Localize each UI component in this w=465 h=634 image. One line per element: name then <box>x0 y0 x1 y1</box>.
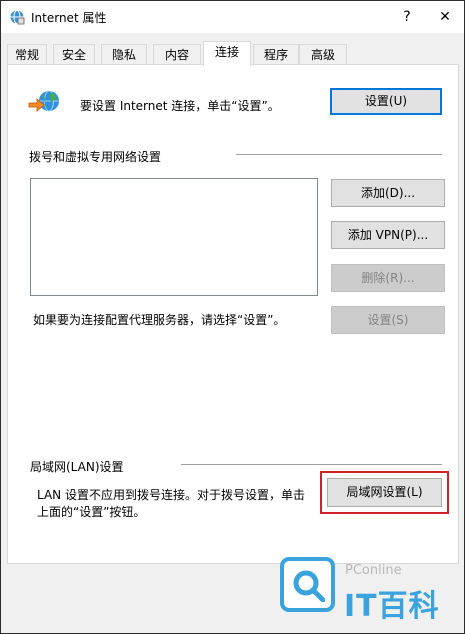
tab-programs[interactable]: 程序 <box>253 44 299 64</box>
close-button[interactable]: ✕ <box>433 5 457 29</box>
tab-privacy[interactable]: 隐私 <box>101 44 147 64</box>
tab-connections[interactable]: 连接 <box>203 41 251 66</box>
add-vpn-button[interactable]: 添加 VPN(P)... <box>331 221 445 249</box>
tab-strip: 常规 安全 隐私 内容 连接 程序 高级 <box>7 41 459 66</box>
watermark-text: IT百科 <box>344 589 440 624</box>
watermark-logo <box>280 557 335 612</box>
magnifier-icon <box>293 570 325 602</box>
lan-section-label: 局域网(LAN)设置 <box>30 460 124 474</box>
lan-description-line2: 上面的“设置”按钮。 <box>37 505 146 519</box>
internet-properties-window: Internet 属性 ? ✕ 常规 安全 隐私 内容 连接 程序 高级 要设置… <box>0 0 465 634</box>
internet-options-icon <box>10 10 25 25</box>
tab-content[interactable]: 内容 <box>153 44 201 64</box>
setup-instruction-text: 要设置 Internet 连接，单击“设置”。 <box>80 99 280 113</box>
delete-connection-button[interactable]: 删除(R)... <box>331 264 445 292</box>
window-title: Internet 属性 <box>31 11 107 25</box>
setup-button[interactable]: 设置(U) <box>330 88 442 115</box>
dialup-vpn-section-label: 拨号和虚拟专用网络设置 <box>29 150 162 164</box>
help-button[interactable]: ? <box>395 5 419 29</box>
dialup-settings-button[interactable]: 设置(S) <box>331 306 445 334</box>
globe-network-icon <box>28 90 59 112</box>
lan-section-divider <box>181 464 442 465</box>
proxy-instruction-text: 如果要为连接配置代理服务器，请选择“设置”。 <box>33 313 286 327</box>
add-connection-button[interactable]: 添加(D)... <box>331 179 445 207</box>
dialup-section-divider <box>236 154 442 155</box>
tab-security[interactable]: 安全 <box>53 44 95 64</box>
lan-settings-highlight <box>320 471 449 514</box>
tab-advanced[interactable]: 高级 <box>299 44 347 64</box>
watermark-brand: PConline <box>345 563 402 578</box>
tab-general[interactable]: 常规 <box>7 44 47 64</box>
connections-listbox[interactable] <box>30 178 318 296</box>
lan-description-line1: LAN 设置不应用到拨号连接。对于拨号设置，单击 <box>37 488 305 502</box>
title-bar: Internet 属性 ? ✕ <box>1 1 464 33</box>
